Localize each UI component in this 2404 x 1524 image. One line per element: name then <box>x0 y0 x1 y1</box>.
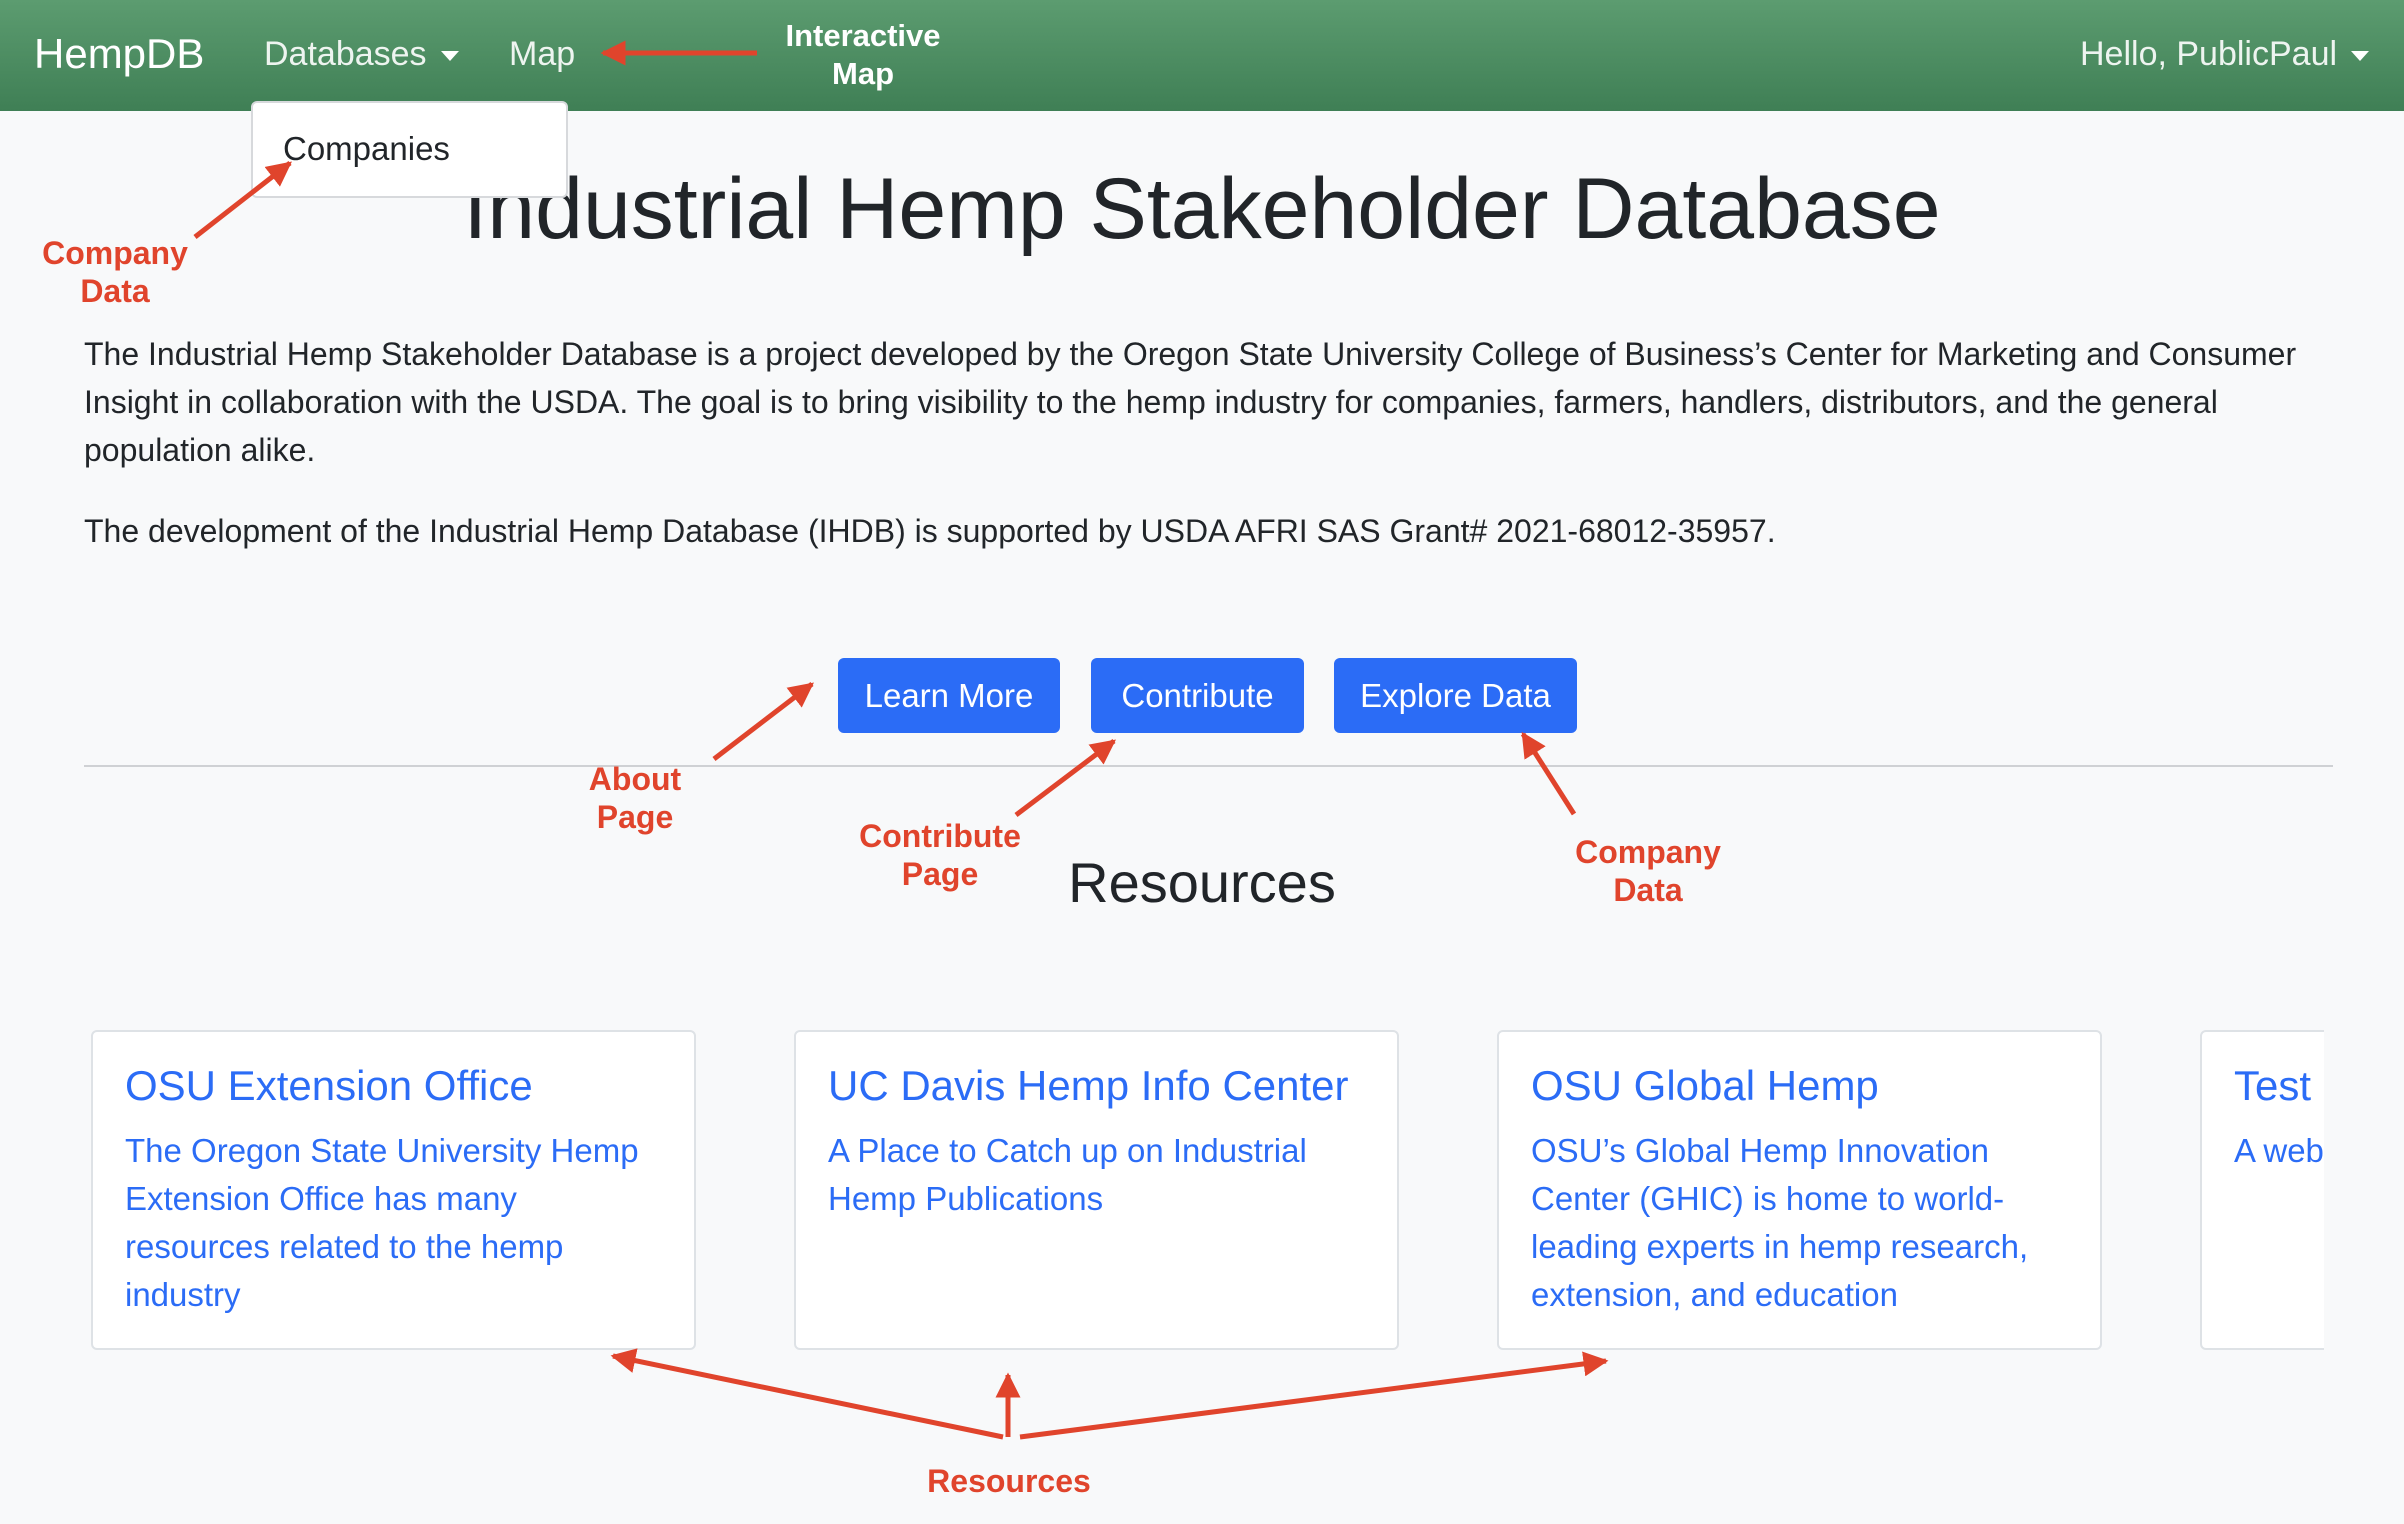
arrow-to-resource-card-1 <box>610 1348 1004 1440</box>
arrow-to-resource-card-3 <box>1019 1351 1609 1440</box>
arrow-to-explore-data <box>1520 731 1577 816</box>
arrow-to-companies <box>193 161 292 239</box>
arrow-to-learn-more <box>712 682 814 761</box>
arrow-to-contribute <box>1014 739 1116 817</box>
annotation-arrows <box>193 40 1609 1440</box>
